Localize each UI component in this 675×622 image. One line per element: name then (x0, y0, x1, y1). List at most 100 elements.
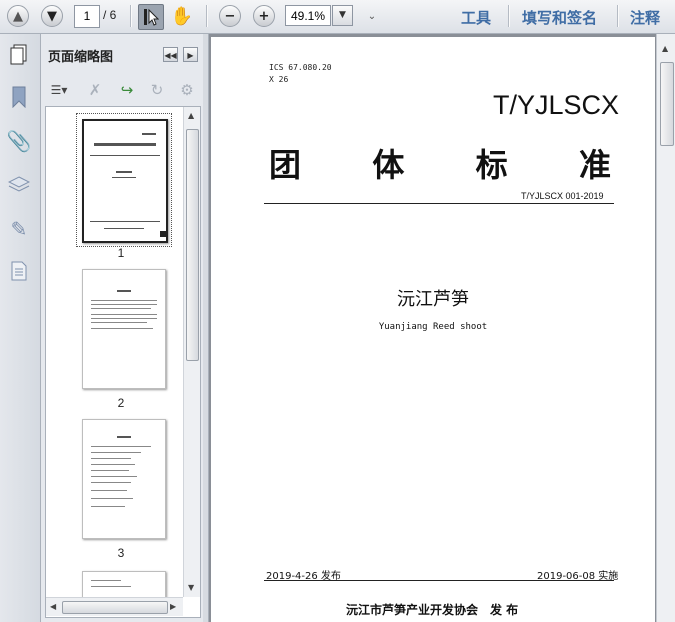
thumb-line (117, 436, 131, 438)
thumbnail-vertical-scrollbar[interactable]: ▲ ▼ (183, 107, 200, 597)
insert-page-icon: ↪ (120, 81, 134, 99)
chevron-down-icon: ▼ (339, 10, 346, 20)
tools-menu[interactable]: 工具 (461, 7, 491, 28)
top-toolbar: ▲ ▼ 1 / 6 ✋ − + 49.1% ▼ ⌄ 工具 填写和签名 注释 (0, 0, 675, 34)
layers-icon (8, 176, 30, 192)
document-view[interactable]: ICS 67.080.20 X 26 T/YJLSCX 团 体 标 准 T/YJ… (209, 34, 656, 622)
page-thumbnails-button[interactable] (6, 42, 32, 68)
standard-type-char: 体 (372, 146, 405, 184)
scroll-left-icon[interactable]: ◀ (50, 602, 56, 611)
thumb-line (91, 470, 129, 471)
thumb-line (91, 476, 137, 477)
standard-type: 团 体 标 准 (269, 140, 611, 186)
scrollbar-thumb[interactable] (660, 62, 674, 146)
thumb-line (91, 464, 135, 465)
thumb-line (117, 290, 131, 292)
thumb-line (90, 221, 160, 222)
attachments-button[interactable]: 📎 (6, 128, 32, 154)
select-tool-button[interactable] (138, 4, 164, 30)
divider-line (264, 203, 614, 204)
document-icon (11, 261, 27, 281)
double-chevron-down-icon: ⌄ (367, 10, 377, 22)
comment-menu[interactable]: 注释 (630, 7, 660, 28)
delete-page-button[interactable]: ✗ (85, 80, 105, 100)
standard-code: T/YJLSCX (493, 90, 620, 120)
thumbnail-page-3[interactable] (82, 419, 166, 539)
minus-icon: − (219, 5, 241, 27)
hand-icon: ✋ (170, 5, 194, 27)
thumb-line (91, 452, 141, 453)
thumb-line (116, 171, 132, 173)
double-left-icon: ◀◀ (164, 51, 177, 60)
document-title-cn: 沅江芦笋 (397, 289, 469, 310)
thumb-line (94, 143, 156, 146)
thumb-line (90, 155, 160, 156)
thumbnail-page-number: 2 (117, 396, 125, 410)
thumb-line (91, 446, 151, 447)
content-button[interactable] (6, 258, 32, 284)
bookmarks-button[interactable] (6, 84, 32, 110)
page-total: / 6 (103, 8, 117, 22)
expand-panel-button[interactable]: ▶ (183, 47, 198, 62)
scroll-up-icon[interactable]: ▲ (662, 44, 668, 53)
thumb-line (91, 308, 151, 309)
arrow-down-icon: ▼ (41, 5, 63, 27)
plus-icon: + (253, 5, 275, 27)
next-page-button[interactable]: ▼ (40, 4, 64, 28)
toolbar-divider (206, 5, 208, 27)
toolbar-divider (508, 5, 510, 27)
thumbnail-list[interactable]: 1 2 3 ▲ ▼ ◀ ▶ (45, 106, 201, 618)
thumb-line (91, 300, 157, 301)
previous-page-button[interactable]: ▲ (6, 4, 30, 28)
panel-title: 页面缩略图 (48, 50, 114, 65)
fill-sign-menu[interactable]: 填写和签名 (522, 7, 597, 28)
pages-icon (10, 44, 27, 65)
cursor-icon (144, 8, 159, 26)
page-properties-button[interactable]: ⚙ (177, 80, 197, 100)
thumb-line (91, 304, 157, 305)
thumbnail-page-2[interactable] (82, 269, 166, 389)
toolbar-divider (130, 5, 132, 27)
document-title-en: Yuanjiang Reed shoot (378, 322, 488, 332)
signature-pen-icon: ✎ (10, 217, 28, 241)
scrollbar-thumb[interactable] (186, 129, 199, 361)
toolbar-options-button[interactable]: ⌄ (360, 4, 384, 28)
scroll-up-icon[interactable]: ▲ (188, 111, 194, 120)
scroll-right-icon[interactable]: ▶ (170, 602, 176, 611)
ccs-classification: X 26 (269, 75, 289, 84)
signatures-button[interactable]: ✎ (6, 216, 32, 242)
document-vertical-scrollbar[interactable]: ▲ (656, 34, 675, 622)
hand-tool-button[interactable]: ✋ (170, 4, 194, 28)
resize-handle[interactable] (160, 231, 166, 237)
scrollbar-thumb[interactable] (62, 601, 168, 614)
paperclip-icon: 📎 (6, 129, 32, 153)
right-arrow-icon: ▶ (187, 51, 194, 60)
page-settings-icon: ⚙ (180, 81, 194, 99)
navigation-rail: 📎 ✎ (0, 34, 41, 622)
ics-classification: ICS 67.080.20 (269, 63, 332, 72)
panel-toolbar: ☰▾ ✗ ↪ ↻ ⚙ (41, 76, 203, 104)
collapse-panel-button[interactable]: ◀◀ (163, 47, 178, 62)
ics-code: ICS 67.080.20 X 26 (269, 62, 332, 86)
zoom-out-button[interactable]: − (218, 4, 242, 28)
insert-page-button[interactable]: ↪ (117, 80, 137, 100)
zoom-level-input[interactable]: 49.1% (285, 5, 331, 26)
standard-type-char: 团 (269, 146, 302, 184)
rotate-page-button[interactable]: ↻ (147, 80, 167, 100)
scroll-down-icon[interactable]: ▼ (188, 583, 194, 592)
thumb-line (91, 328, 153, 329)
thumb-line (112, 177, 136, 178)
page-number-input[interactable]: 1 (74, 5, 100, 28)
thumbnail-page-1[interactable] (82, 119, 168, 243)
rotate-icon: ↻ (150, 81, 164, 99)
thumb-line (142, 133, 156, 135)
zoom-in-button[interactable]: + (252, 4, 276, 28)
layers-button[interactable] (6, 172, 32, 198)
thumb-line (91, 580, 121, 581)
toolbar-divider (617, 5, 619, 27)
options-menu-button[interactable]: ☰▾ (46, 80, 72, 100)
thumb-line (104, 228, 144, 229)
zoom-dropdown-button[interactable]: ▼ (332, 5, 353, 26)
thumbnail-horizontal-scrollbar[interactable]: ◀ ▶ (46, 597, 183, 616)
standard-type-char: 准 (578, 146, 611, 184)
